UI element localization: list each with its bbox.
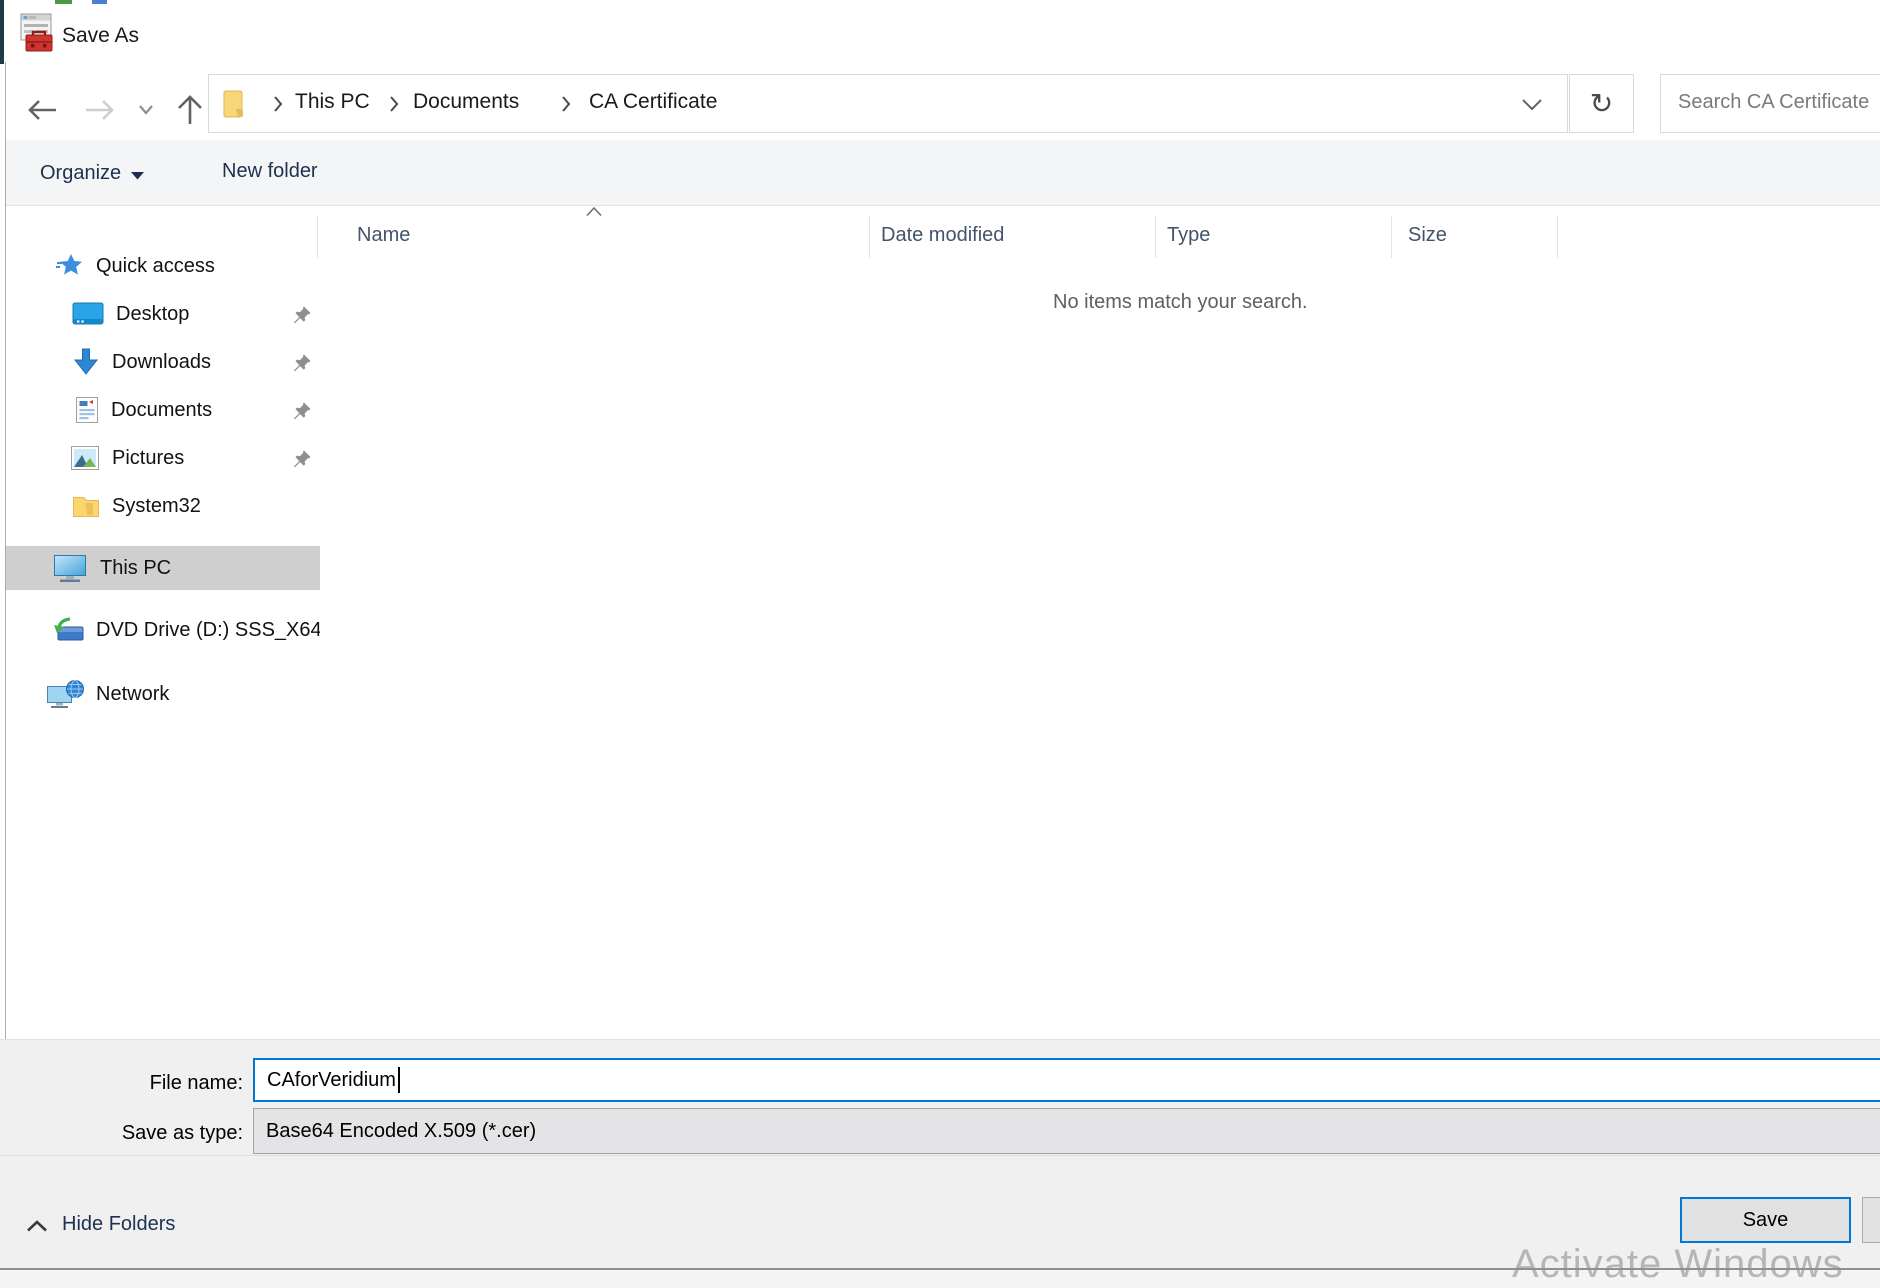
breadcrumb-this-pc[interactable]: This PC — [295, 90, 370, 114]
command-toolbar: Organize New folder — [6, 140, 1880, 206]
background-fragment — [0, 0, 4, 64]
window-title: Save As — [62, 24, 139, 48]
network-icon — [46, 679, 84, 709]
new-folder-button[interactable]: New folder — [222, 160, 318, 183]
file-name-input[interactable]: CAforVeridium — [253, 1058, 1880, 1102]
sidebar-item-label: System32 — [112, 495, 201, 518]
organize-label: Organize — [40, 162, 121, 185]
pin-icon — [292, 353, 312, 379]
background-fragment — [55, 0, 72, 4]
save-as-type-value: Base64 Encoded X.509 (*.cer) — [266, 1120, 536, 1143]
column-separator — [317, 216, 318, 258]
breadcrumb-chevron-icon — [389, 95, 399, 118]
column-separator — [1155, 216, 1156, 258]
dropdown-triangle-icon — [131, 163, 144, 186]
recent-locations-chevron-icon[interactable] — [136, 102, 156, 118]
back-button[interactable] — [24, 94, 60, 126]
save-button[interactable]: Save — [1680, 1197, 1851, 1243]
refresh-icon: ↻ — [1590, 87, 1613, 120]
sidebar-item-network[interactable]: Network — [6, 672, 320, 716]
breadcrumb-chevron-icon — [273, 95, 283, 118]
new-folder-label: New folder — [222, 160, 318, 183]
sort-ascending-icon — [585, 204, 603, 222]
folder-icon — [223, 89, 249, 124]
forward-button[interactable] — [82, 94, 118, 126]
this-pc-icon — [52, 553, 88, 583]
file-name-value: CAforVeridium — [267, 1069, 396, 1092]
organize-button[interactable]: Organize — [40, 160, 144, 186]
column-separator — [1391, 216, 1392, 258]
column-header-type[interactable]: Type — [1167, 224, 1210, 247]
sidebar-item-system32[interactable]: System32 — [6, 484, 320, 528]
cancel-button-clipped[interactable] — [1862, 1197, 1880, 1243]
sidebar-item-label: DVD Drive (D:) SSS_X64 — [96, 619, 320, 642]
chevron-up-icon — [26, 1220, 48, 1232]
sidebar-item-documents[interactable]: Documents — [6, 388, 320, 432]
search-input[interactable]: Search CA Certificate — [1660, 74, 1880, 133]
column-header-name[interactable]: Name — [357, 224, 410, 247]
save-as-type-select[interactable]: Base64 Encoded X.509 (*.cer) — [253, 1108, 1880, 1154]
save-button-label: Save — [1743, 1209, 1789, 1232]
sidebar-item-label: Network — [96, 683, 169, 706]
documents-icon — [75, 396, 99, 424]
sidebar-item-pictures[interactable]: Pictures — [6, 436, 320, 480]
sidebar-item-this-pc[interactable]: This PC — [6, 546, 320, 590]
activate-windows-watermark: Activate Windows — [1512, 1242, 1844, 1287]
empty-folder-message: No items match your search. — [1053, 291, 1308, 314]
sidebar-item-label: Quick access — [96, 255, 215, 278]
pictures-icon — [70, 445, 100, 471]
column-header-size[interactable]: Size — [1408, 224, 1447, 247]
breadcrumb-documents[interactable]: Documents — [413, 90, 519, 114]
sidebar-item-label: Desktop — [116, 303, 189, 326]
hide-folders-label: Hide Folders — [62, 1213, 175, 1236]
sidebar-item-dvd-drive[interactable]: DVD Drive (D:) SSS_X64 — [6, 608, 320, 652]
column-separator — [1557, 216, 1558, 258]
title-bar: Save As — [0, 0, 1880, 70]
sidebar-item-quick-access[interactable]: Quick access — [6, 244, 320, 288]
downloads-icon — [72, 348, 100, 376]
address-bar[interactable]: This PC Documents CA Certificate — [208, 74, 1568, 133]
sidebar-item-downloads[interactable]: Downloads — [6, 340, 320, 384]
dvd-drive-icon — [52, 617, 84, 643]
pin-icon — [292, 305, 312, 331]
sidebar-item-label: Downloads — [112, 351, 211, 374]
sidebar-item-label: This PC — [100, 557, 171, 580]
desktop-icon — [72, 302, 104, 326]
pin-icon — [292, 449, 312, 475]
save-as-type-label: Save as type: — [40, 1122, 243, 1145]
mmc-console-icon — [18, 12, 58, 59]
hide-folders-button[interactable]: Hide Folders — [26, 1213, 175, 1236]
breadcrumb-chevron-icon — [561, 95, 571, 118]
text-cursor — [398, 1067, 400, 1093]
pin-icon — [292, 401, 312, 427]
search-placeholder: Search CA Certificate — [1678, 91, 1869, 114]
background-fragment — [92, 0, 107, 4]
column-separator — [869, 216, 870, 258]
sidebar-item-label: Documents — [111, 399, 212, 422]
column-header-date-modified[interactable]: Date modified — [881, 224, 1004, 247]
file-name-label: File name: — [60, 1072, 243, 1095]
sidebar-item-desktop[interactable]: Desktop — [6, 292, 320, 336]
folder-icon — [72, 493, 100, 519]
breadcrumb-ca-certificate[interactable]: CA Certificate — [589, 90, 717, 114]
sidebar-item-label: Pictures — [112, 447, 184, 470]
address-dropdown-chevron-icon[interactable] — [1521, 98, 1543, 117]
refresh-button[interactable]: ↻ — [1569, 74, 1634, 133]
quick-access-star-icon — [56, 253, 84, 279]
navigation-pane: Quick access Desktop Downloads — [6, 206, 320, 1039]
up-button[interactable] — [172, 92, 208, 128]
